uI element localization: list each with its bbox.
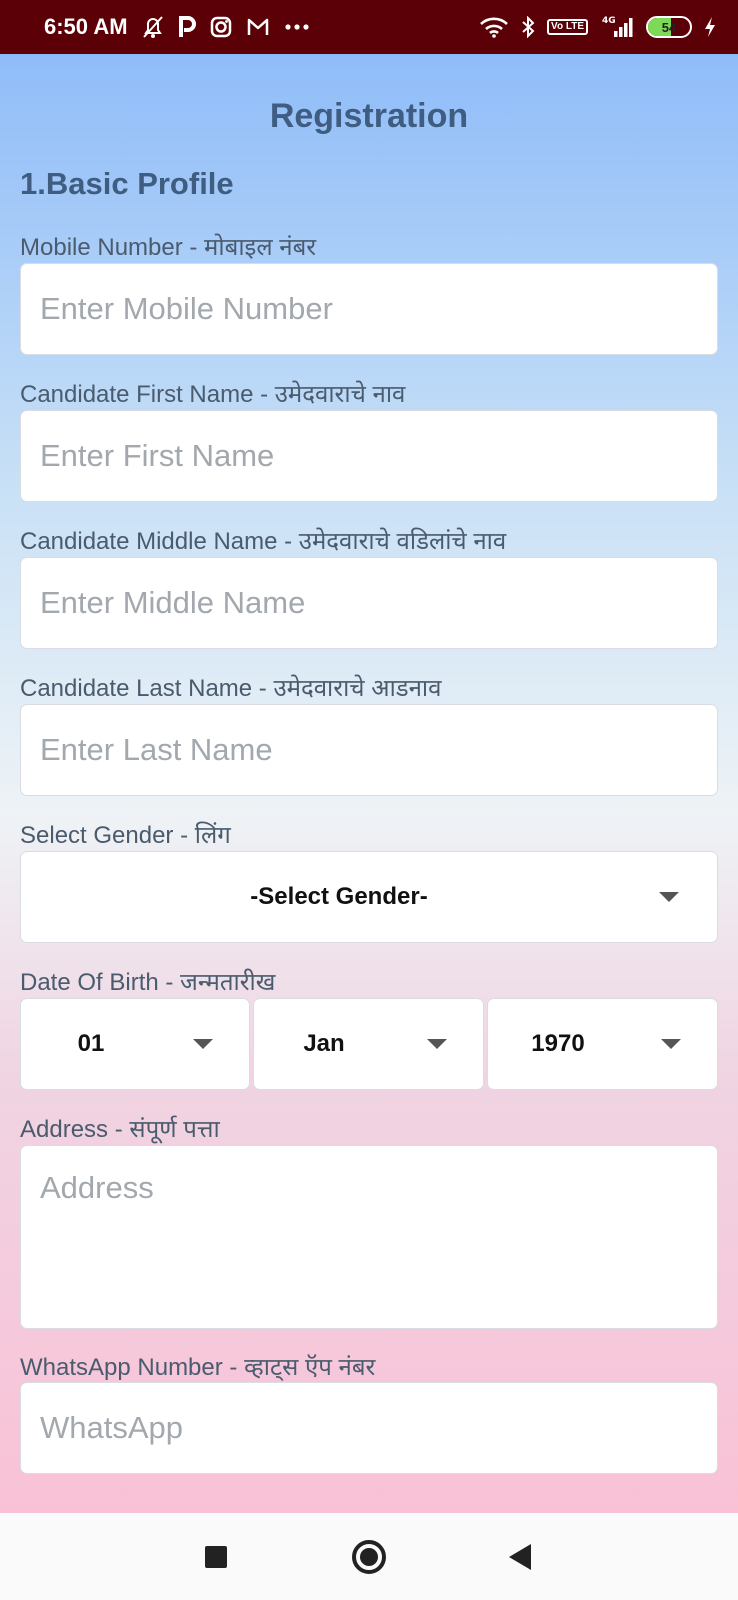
home-circle-icon xyxy=(352,1539,386,1574)
last-name-label: Candidate Last Name - उमेदवाराचे आडनाव xyxy=(20,675,442,702)
dob-label: Date Of Birth - जन्मतारीख xyxy=(20,969,276,996)
whatsapp-placeholder: WhatsApp xyxy=(40,1410,184,1445)
status-right: Vo LTE 4G 54 xyxy=(479,15,716,39)
dob-month-value: Jan xyxy=(303,1030,345,1057)
status-time: 6:50 AM xyxy=(44,14,128,39)
status-bar: 6:50 AM Vo LTE 4G 54 xyxy=(0,0,738,54)
address-placeholder: Address xyxy=(40,1170,154,1205)
chevron-down-icon xyxy=(193,1039,213,1049)
address-textarea[interactable]: Address xyxy=(20,1145,718,1329)
section-title: 1.Basic Profile xyxy=(20,166,234,201)
navigation-bar xyxy=(0,1513,738,1600)
dob-year-value: 1970 xyxy=(531,1030,585,1057)
instagram-icon xyxy=(210,16,232,38)
gender-label: Select Gender - लिंग xyxy=(20,822,231,849)
middle-name-label: Candidate Middle Name - उमेदवाराचे वडिला… xyxy=(20,528,507,555)
volte-icon: Vo LTE xyxy=(547,19,588,35)
recents-button[interactable] xyxy=(205,1545,227,1568)
network-type: 4G xyxy=(602,16,616,26)
first-name-placeholder: Enter First Name xyxy=(40,438,275,473)
gender-selected-value: -Select Gender- xyxy=(250,883,428,910)
address-label: Address - संपूर्ण पत्ता xyxy=(20,1116,220,1143)
last-name-input[interactable]: Enter Last Name xyxy=(20,704,718,796)
dob-month-select[interactable]: Jan xyxy=(253,998,484,1090)
charging-icon xyxy=(704,16,716,38)
first-name-label: Candidate First Name - उमेदवाराचे नाव xyxy=(20,381,406,408)
registration-form-screen[interactable]: Registration 1.Basic Profile Mobile Numb… xyxy=(0,54,738,1513)
battery-icon: 54 xyxy=(646,16,692,38)
middle-name-placeholder: Enter Middle Name xyxy=(40,585,306,620)
signal-icon: 4G xyxy=(600,15,634,39)
status-left: 6:50 AM xyxy=(44,14,310,40)
dob-day-select[interactable]: 01 xyxy=(20,998,250,1090)
gmail-icon xyxy=(246,17,270,37)
mobile-number-placeholder: Enter Mobile Number xyxy=(40,291,333,326)
mobile-number-label: Mobile Number - मोबाइल नंबर xyxy=(20,234,317,261)
dob-day-value: 01 xyxy=(77,1030,105,1057)
bluetooth-icon xyxy=(521,16,535,38)
mute-bell-icon xyxy=(142,15,164,39)
middle-name-input[interactable]: Enter Middle Name xyxy=(20,557,718,649)
whatsapp-input[interactable]: WhatsApp xyxy=(20,1382,718,1474)
whatsapp-label: WhatsApp Number - व्हाट्स ऍप नंबर xyxy=(20,1354,376,1381)
chevron-down-icon xyxy=(661,1039,681,1049)
gender-select[interactable]: -Select Gender- xyxy=(20,851,718,943)
chevron-down-icon xyxy=(659,892,679,902)
battery-level: 54 xyxy=(661,19,677,35)
mobile-number-input[interactable]: Enter Mobile Number xyxy=(20,263,718,355)
wifi-icon xyxy=(479,16,509,38)
home-button[interactable] xyxy=(352,1539,386,1574)
chevron-down-icon xyxy=(427,1039,447,1049)
page-title: Registration xyxy=(269,97,469,135)
more-dots-icon xyxy=(284,23,310,31)
first-name-input[interactable]: Enter First Name xyxy=(20,410,718,502)
recents-square-icon xyxy=(205,1545,227,1568)
last-name-placeholder: Enter Last Name xyxy=(40,732,273,767)
back-triangle-icon xyxy=(509,1543,531,1570)
paytm-icon xyxy=(178,16,196,38)
back-button[interactable] xyxy=(509,1543,531,1570)
dob-year-select[interactable]: 1970 xyxy=(487,998,718,1090)
